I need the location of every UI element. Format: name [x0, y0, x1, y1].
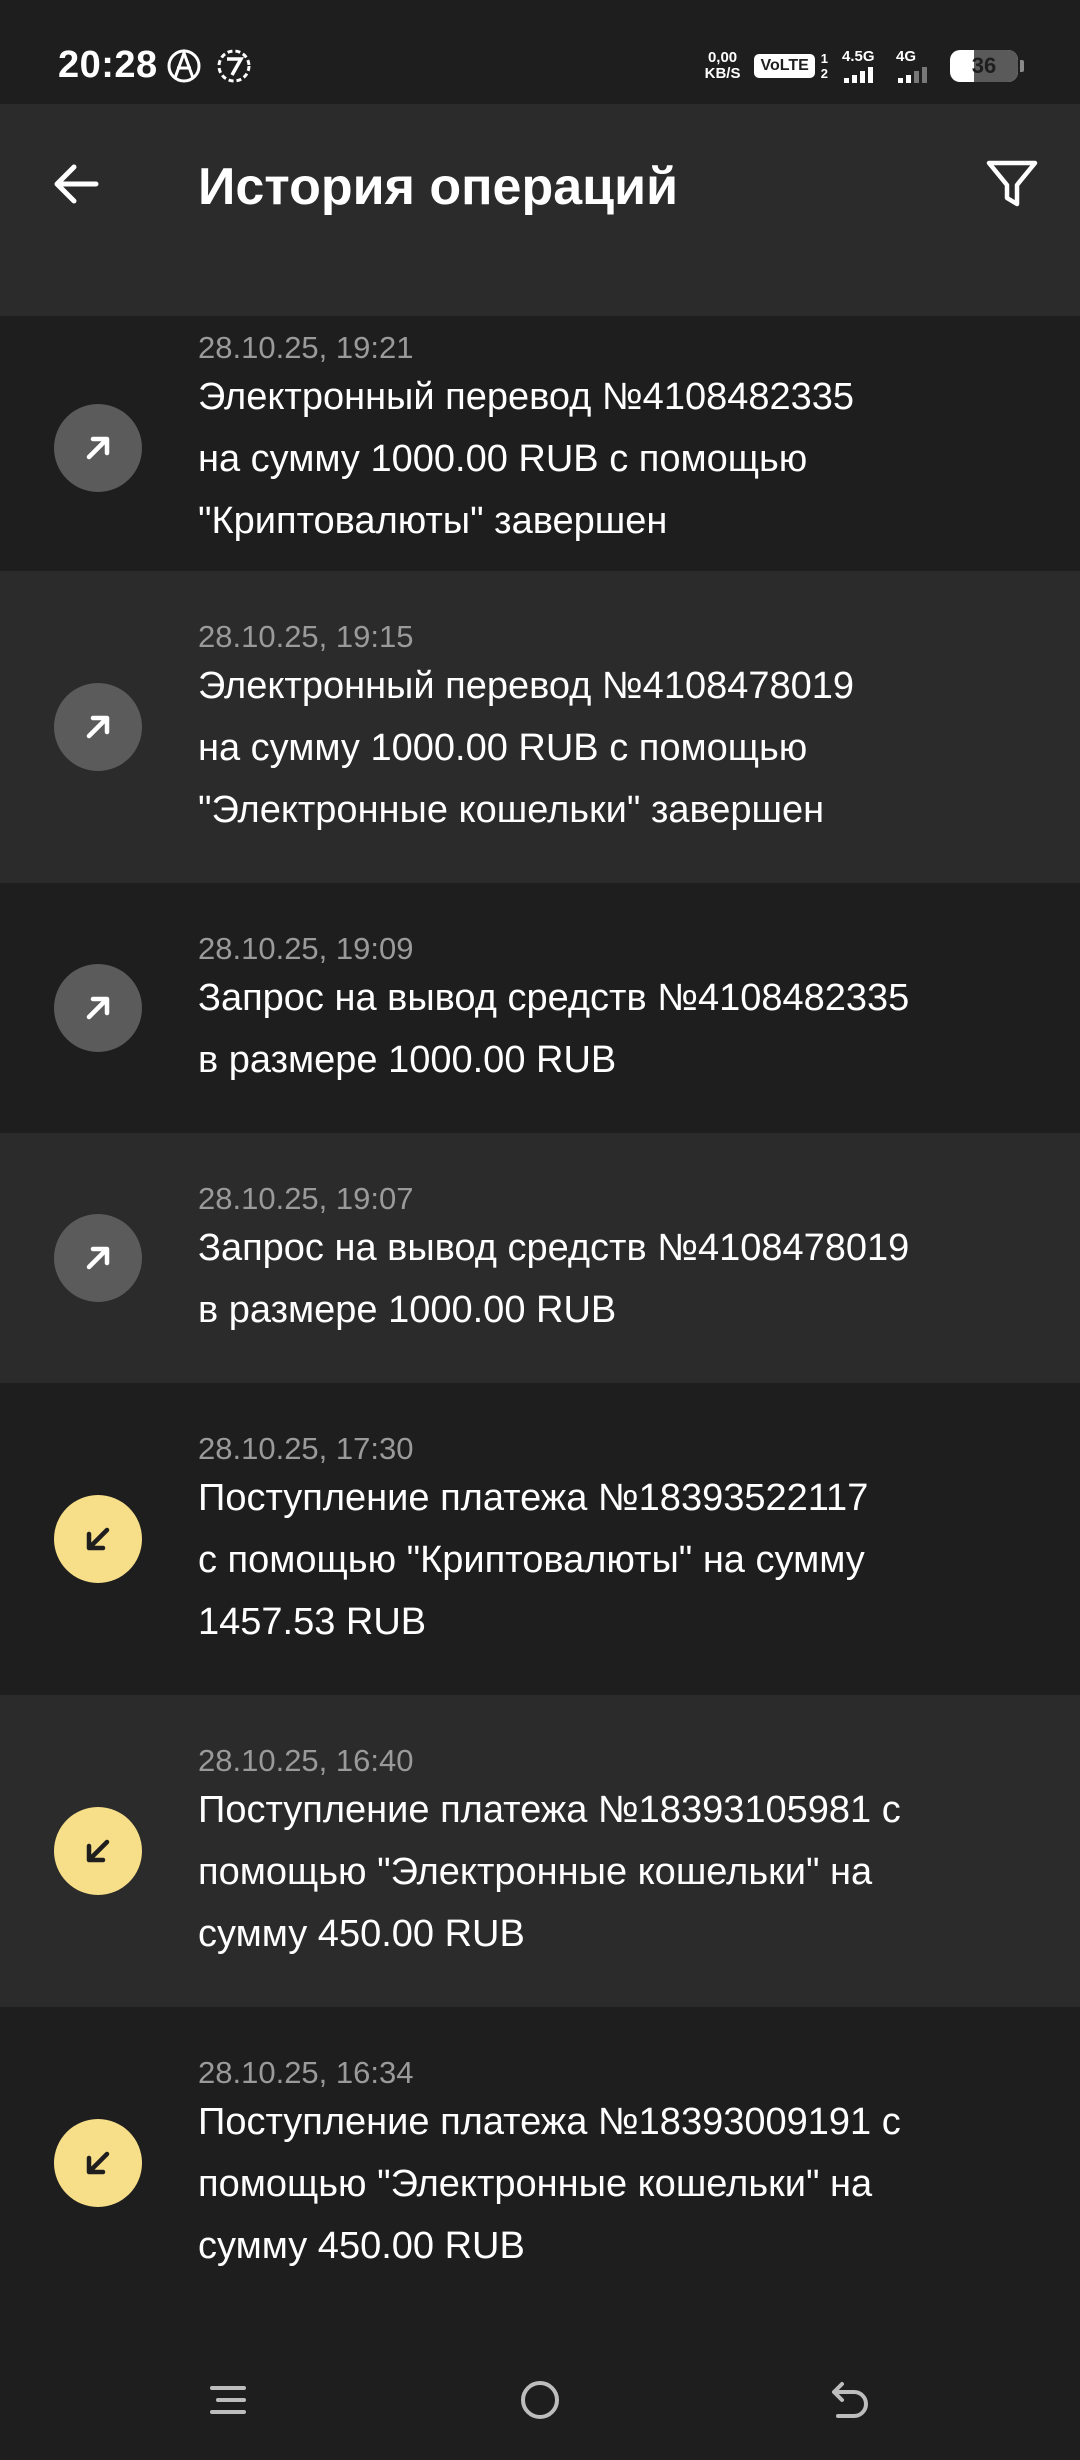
- status-time: 20:28: [58, 44, 158, 86]
- sim-2-label: 2: [820, 66, 828, 81]
- operation-description: Запрос на вывод средств №4108482335 в ра…: [198, 977, 910, 1081]
- network-speed-unit: KB/S: [704, 65, 741, 82]
- nav-home-button[interactable]: [495, 2360, 585, 2440]
- operation-datetime: 28.10.25, 19:07: [198, 1181, 414, 1216]
- app-header: История операций: [0, 104, 1080, 258]
- list-top-spacer: [0, 258, 1080, 316]
- operation-row[interactable]: 28.10.25, 16:34 Поступление платежа №183…: [0, 2007, 1080, 2307]
- status-notification-icons: [166, 48, 252, 84]
- sim-1-label: 1: [820, 51, 828, 66]
- operations-list[interactable]: 28.10.25, 19:21 Электронный перевод №410…: [0, 258, 1080, 2307]
- arrow-up-right-icon: [86, 996, 110, 1020]
- operation-row[interactable]: 28.10.25, 19:21 Электронный перевод №410…: [0, 316, 1080, 571]
- outgoing-badge: [54, 1214, 142, 1302]
- network-type-2: 4G: [896, 48, 917, 65]
- operation-description: Поступление платежа №18393105981 с помощ…: [198, 1789, 901, 1955]
- operation-datetime: 28.10.25, 17:30: [198, 1431, 414, 1466]
- battery-level: 36: [971, 53, 997, 78]
- incoming-badge: [54, 1807, 142, 1895]
- arrow-down-left-icon: [86, 1839, 110, 1863]
- arrow-up-right-icon: [86, 436, 110, 460]
- system-nav-bar: [0, 2340, 1080, 2460]
- volte-badge: VoLTE: [754, 54, 815, 78]
- arrow-down-left-icon: [86, 2151, 110, 2175]
- network-speed-value: 0,00: [707, 49, 738, 66]
- page-title: История операций: [198, 158, 679, 216]
- status-bar: 20:28 0,00 KB/S VoLTE 1 2 4.5G 4G 36: [0, 0, 1080, 104]
- back-icon: [832, 2382, 868, 2418]
- filter-button[interactable]: [972, 144, 1052, 224]
- sim-numbers: 1 2: [821, 51, 828, 81]
- arrow-up-right-icon: [86, 715, 110, 739]
- network-type-1: 4.5G: [842, 48, 875, 65]
- home-circle-icon: [521, 2381, 559, 2419]
- network-speed: 0,00 KB/S: [705, 50, 741, 82]
- battery-tip: [1020, 60, 1024, 72]
- operation-row[interactable]: 28.10.25, 19:09 Запрос на вывод средств …: [0, 883, 1080, 1133]
- incoming-badge: [54, 2119, 142, 2207]
- menu-icon: [210, 2386, 246, 2414]
- operation-description: Электронный перевод №4108482335 на сумму…: [198, 376, 855, 542]
- incoming-badge: [54, 1495, 142, 1583]
- operation-row[interactable]: 28.10.25, 16:40 Поступление платежа №183…: [0, 1695, 1080, 2007]
- operation-datetime: 28.10.25, 19:09: [198, 931, 414, 966]
- signal-sim1: 4.5G: [842, 49, 882, 83]
- anarchy-app-icon: [167, 48, 201, 83]
- outgoing-badge: [54, 404, 142, 492]
- signal-bars-icon: [898, 67, 927, 83]
- operation-datetime: 28.10.25, 19:21: [198, 330, 414, 365]
- nav-back-button[interactable]: [805, 2360, 895, 2440]
- status-indicators: 0,00 KB/S VoLTE 1 2 4.5G 4G 36: [705, 44, 1024, 88]
- operation-datetime: 28.10.25, 16:34: [198, 2055, 414, 2090]
- filter-icon: [986, 160, 1038, 207]
- operation-row[interactable]: 28.10.25, 17:30 Поступление платежа №183…: [0, 1383, 1080, 1695]
- back-button[interactable]: [36, 144, 116, 224]
- signal-bars-icon: [844, 67, 873, 83]
- outgoing-badge: [54, 964, 142, 1052]
- nav-menu-button[interactable]: [183, 2360, 273, 2440]
- operation-datetime: 28.10.25, 16:40: [198, 1743, 414, 1778]
- operation-row[interactable]: 28.10.25, 19:15 Электронный перевод №410…: [0, 571, 1080, 883]
- app-7-icon: [217, 49, 251, 83]
- outgoing-badge: [54, 683, 142, 771]
- arrow-up-right-icon: [86, 1246, 110, 1270]
- operation-description: Запрос на вывод средств №4108478019 в ра…: [198, 1227, 910, 1331]
- arrow-down-left-icon: [86, 1527, 110, 1551]
- operation-row[interactable]: 28.10.25, 19:07 Запрос на вывод средств …: [0, 1133, 1080, 1383]
- signal-sim2: 4G: [896, 49, 936, 83]
- arrow-left-icon: [54, 164, 99, 204]
- operation-datetime: 28.10.25, 19:15: [198, 619, 414, 654]
- operation-description: Электронный перевод №4108478019 на сумму…: [198, 665, 855, 831]
- operation-description: Поступление платежа №18393522117 с помощ…: [198, 1477, 869, 1643]
- battery-indicator: 36: [950, 50, 1018, 82]
- operation-description: Поступление платежа №18393009191 с помощ…: [198, 2101, 901, 2267]
